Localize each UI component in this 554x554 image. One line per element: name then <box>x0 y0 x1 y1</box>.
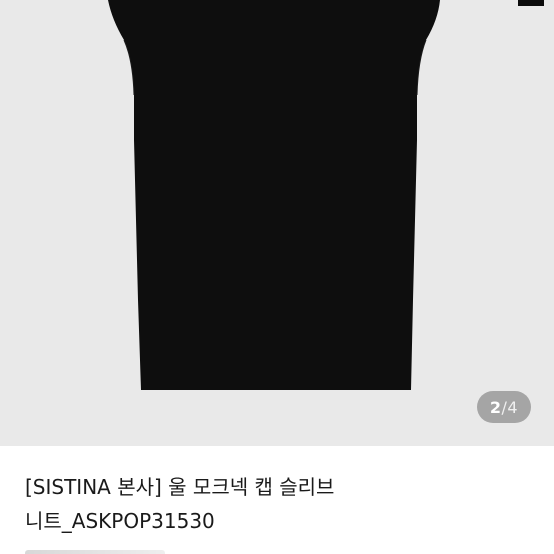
product-title-line-2: 니트_ASKPOP31530 <box>25 509 215 533</box>
total-page-count: 4 <box>507 397 519 417</box>
product-info-section: [SISTINA 본사] 울 모크넥 캡 슬리브 니트_ASKPOP31530 <box>0 446 554 554</box>
product-title: [SISTINA 본사] 울 모크넥 캡 슬리브 니트_ASKPOP31530 <box>25 470 535 538</box>
product-detail-page: 2 / 4 [SISTINA 본사] 울 모크넥 캡 슬리브 니트_ASKPOP… <box>0 0 554 554</box>
image-page-indicator: 2 / 4 <box>477 391 531 423</box>
product-title-line-1: [SISTINA 본사] 울 모크넥 캡 슬리브 <box>25 475 335 499</box>
sleeveless-knit-image <box>108 0 440 390</box>
current-page-number: 2 <box>489 397 502 417</box>
cut-off-subtext <box>25 550 165 554</box>
product-image-gallery[interactable]: 2 / 4 <box>0 0 554 446</box>
corner-badge-icon[interactable] <box>518 0 544 6</box>
